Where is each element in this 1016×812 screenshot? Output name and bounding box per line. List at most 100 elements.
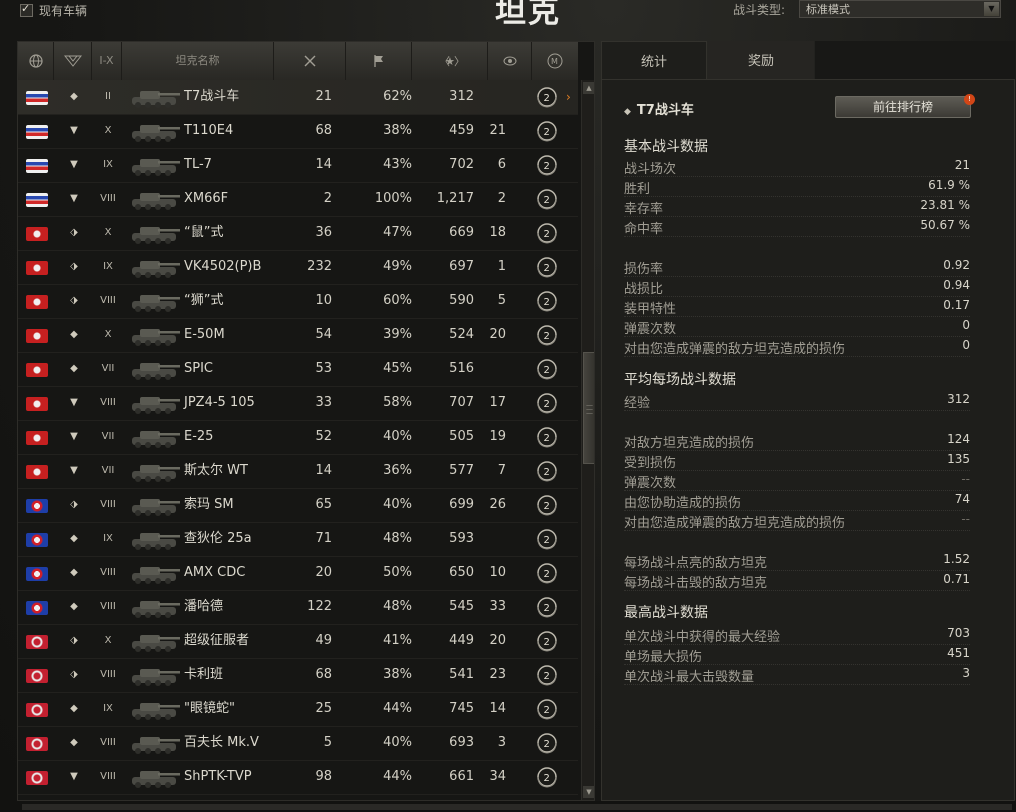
sort-name-button[interactable]: 坦克名称	[122, 42, 274, 80]
table-row[interactable]: ◆ VIII 百夫长 Mk.V 5 40% 693 3 2	[18, 726, 578, 761]
stat-label: 命中率	[624, 222, 664, 237]
table-row[interactable]: ⬗ VIII 卡利班 68 38% 541 23 2	[18, 658, 578, 693]
kills-cell: 2	[497, 191, 506, 206]
sort-mastery-button[interactable]: M	[532, 42, 578, 80]
tier-cell: VIII	[100, 193, 116, 204]
table-row[interactable]: ⬗ X 超级征服者 49 41% 449 20 2	[18, 624, 578, 659]
scrollbar-thumb[interactable]: — — —	[583, 352, 594, 464]
avg-xp-cell: 697	[449, 259, 474, 274]
nation-flag-fra-icon	[26, 601, 48, 615]
vehicle-class-heavy-icon: ▼	[70, 125, 78, 136]
stats-section-title: 基本战斗数据	[624, 139, 708, 155]
winrate-cell: 47%	[383, 225, 412, 240]
notification-badge: !	[964, 94, 975, 105]
table-scrollbar[interactable]: ▲ — — — ▼	[581, 80, 594, 800]
battles-cell: 2	[323, 191, 332, 206]
table-row[interactable]: ▼ VIII XM66F 2 100% 1,217 2 2	[18, 182, 578, 217]
table-row[interactable]: ▼ VII E-25 52 40% 505 19 2	[18, 420, 578, 455]
avg-xp-cell: 593	[449, 531, 474, 546]
tank-thumbnail-icon	[132, 261, 180, 278]
vehicle-class-heavy-icon: ▼	[70, 397, 78, 408]
table-row[interactable]: ▼ VIII ShPTK-TVP 98 44% 661 34 2	[18, 760, 578, 795]
battles-cell: 68	[315, 667, 332, 682]
winrate-cell: 48%	[383, 531, 412, 546]
stat-row: 由您协助造成的损伤 74	[624, 492, 970, 511]
avg-xp-cell: 541	[449, 667, 474, 682]
table-header: I-X 坦克名称 〈★〉 M	[18, 42, 578, 81]
stat-value: 61.9 %	[928, 178, 970, 192]
table-row[interactable]: ▼ VII 斯太尔 WT 14 36% 577 7 2	[18, 454, 578, 489]
winrate-cell: 38%	[383, 667, 412, 682]
checkbox-checked-icon[interactable]	[20, 2, 33, 17]
svg-text:M: M	[551, 57, 558, 66]
tier-cell: VIII	[100, 771, 116, 782]
table-row[interactable]: ◆ II T7战斗车 21 62% 312 2 ›	[18, 80, 578, 115]
tier-cell: VIII	[100, 567, 116, 578]
battles-cell: 21	[315, 89, 332, 104]
nation-flag-uk-icon	[26, 669, 48, 683]
table-row[interactable]: ◆ VIII 潘哈德 122 48% 545 33 2	[18, 590, 578, 625]
table-row[interactable]: ⬗ X “鼠”式 36 47% 669 18 2	[18, 216, 578, 251]
table-row[interactable]: ◆ X E-50M 54 39% 524 20 2	[18, 318, 578, 353]
tab-awards[interactable]: 奖励	[708, 41, 814, 79]
vehicle-class-hvy-icon: ⬗	[70, 499, 78, 510]
owned-vehicles-filter[interactable]: 现有车辆	[20, 2, 87, 19]
stat-value: 0.92	[943, 258, 970, 272]
tank-thumbnail-icon	[132, 431, 180, 448]
go-to-leaderboard-button[interactable]: 前往排行榜	[835, 96, 971, 118]
table-row[interactable]: ⬗ VIII “狮”式 10 60% 590 5 2	[18, 284, 578, 319]
tank-thumbnail-icon	[132, 295, 180, 312]
stat-value: 0.17	[943, 298, 970, 312]
winrate-cell: 62%	[383, 89, 412, 104]
tier-cell: VII	[101, 431, 115, 442]
tier-cell: X	[104, 635, 112, 646]
table-row[interactable]: ◆ IX 查狄伦 25a 71 48% 593 2	[18, 522, 578, 557]
table-row[interactable]: ◆ VIII AMX CDC 20 50% 650 10 2	[18, 556, 578, 591]
battle-type-value: 标准模式	[806, 3, 850, 16]
tier-cell: IX	[103, 703, 113, 714]
scroll-down-icon[interactable]: ▼	[583, 786, 594, 798]
table-row[interactable]: ◆ VII SPIC 53 45% 516 2	[18, 352, 578, 387]
nation-flag-uk-icon	[26, 635, 48, 649]
winrate-cell: 40%	[383, 735, 412, 750]
sort-nation-button[interactable]	[18, 42, 54, 80]
table-row[interactable]: ▼ IX TL-7 14 43% 702 6 2	[18, 148, 578, 183]
avg-xp-cell: 1,217	[436, 191, 474, 206]
mastery-badge-2-icon: 2	[537, 461, 557, 482]
nation-flag-ger-icon	[26, 329, 48, 343]
kills-cell: 21	[489, 123, 506, 138]
bottom-scrollbar-thumb[interactable]	[22, 804, 1012, 810]
table-row[interactable]: ⬗ IX VK4502(P)B 232 49% 697 1 2	[18, 250, 578, 285]
tier-cell: X	[104, 227, 112, 238]
scroll-up-icon[interactable]: ▲	[583, 82, 594, 94]
stat-label: 经验	[624, 396, 651, 411]
table-row[interactable]: ▼ X T110E4 68 38% 459 21 2	[18, 114, 578, 149]
avg-xp-cell: 312	[449, 89, 474, 104]
table-row[interactable]: ▼ VIII JPZ4-5 105 33 58% 707 17 2	[18, 386, 578, 421]
stat-row: 战斗场次 21	[624, 158, 970, 177]
table-row[interactable]: ⬗ VIII 索玛 SM 65 40% 699 26 2	[18, 488, 578, 523]
vehicle-class-heavy-icon: ▼	[70, 159, 78, 170]
kills-cell	[470, 352, 506, 386]
battle-type-select[interactable]: 标准模式 ▼	[799, 0, 1001, 18]
bottom-scrollbar[interactable]	[0, 801, 1016, 812]
vehicle-class-light-icon: ◆	[70, 737, 78, 748]
tank-thumbnail-icon	[132, 159, 180, 176]
table-row[interactable]: ◆ IX "眼镜蛇" 25 44% 745 14 2	[18, 692, 578, 727]
sort-xp-button[interactable]: 〈★〉	[412, 42, 488, 80]
sort-winrate-button[interactable]	[346, 42, 412, 80]
winrate-cell: 41%	[383, 633, 412, 648]
tab-statistics[interactable]: 统计	[601, 41, 707, 79]
winrate-cell: 44%	[383, 701, 412, 716]
sort-battles-button[interactable]	[274, 42, 346, 80]
sort-tier-button[interactable]: I-X	[92, 42, 122, 80]
sort-kills-button[interactable]	[488, 42, 532, 80]
chevron-down-icon[interactable]: ▼	[984, 2, 999, 16]
tank-name-cell: 百夫长 Mk.V	[184, 735, 259, 750]
mastery-badge-2-icon: 2	[537, 699, 557, 720]
winrate-cell: 40%	[383, 497, 412, 512]
sort-class-button[interactable]	[54, 42, 92, 80]
svg-text:2: 2	[544, 569, 550, 580]
tank-name-cell: 超级征服者	[184, 633, 250, 648]
kills-cell: 18	[489, 225, 506, 240]
